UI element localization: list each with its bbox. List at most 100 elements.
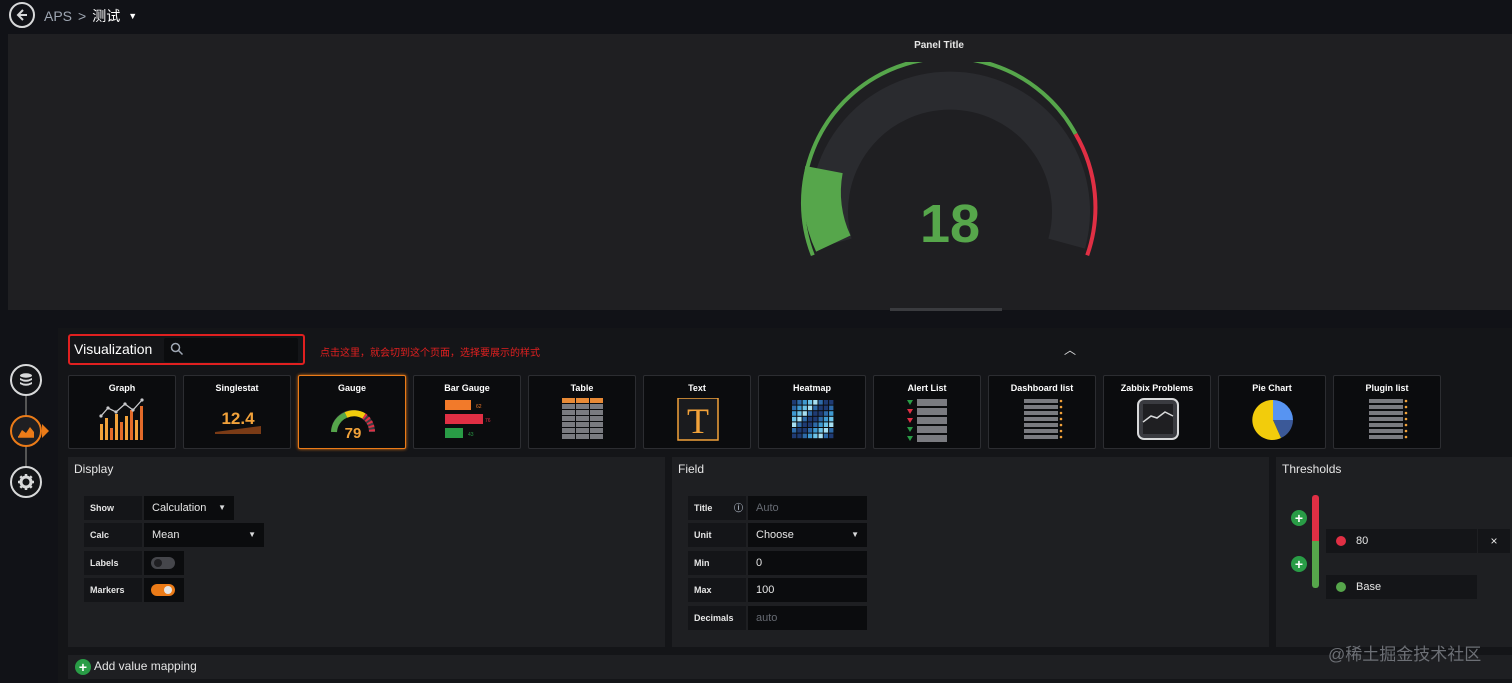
viz-card-gauge[interactable]: Gauge 79 — [298, 375, 406, 449]
labels-toggle[interactable] — [151, 557, 175, 569]
annotation-note: 点击这里，就会切到这个页面，选择要展示的样式 — [320, 348, 540, 359]
panel-title[interactable]: Panel Title — [846, 40, 1032, 51]
chevron-up-icon[interactable]: ︿ — [1064, 341, 1076, 358]
viz-card-singlestat[interactable]: Singlestat 12.4 — [183, 375, 291, 449]
caret-down-icon: ▼ — [851, 530, 859, 539]
visualization-search[interactable] — [164, 338, 298, 362]
svg-text:43: 43 — [468, 432, 474, 438]
viz-card-pie-chart[interactable]: Pie Chart — [1218, 375, 1326, 449]
back-button[interactable] — [9, 2, 35, 28]
visualization-picker-header[interactable]: Visualization — [68, 334, 305, 365]
viz-card-label: Alert List — [907, 383, 947, 393]
singlestat-icon: 12.4 — [215, 409, 261, 434]
viz-card-label: Zabbix Problems — [1120, 383, 1194, 393]
dashboard-list-icon — [1024, 399, 1063, 439]
general-settings-tab-button[interactable] — [10, 466, 42, 498]
alert-list-icon — [907, 399, 947, 442]
unit-value: Choose — [756, 529, 794, 541]
viz-card-bar-gauge[interactable]: Bar Gauge 62 76 43 — [413, 375, 521, 449]
dashboard-title[interactable]: 测试 — [92, 6, 120, 26]
visualization-tab-button[interactable] — [10, 415, 42, 447]
threshold-value[interactable]: 80 — [1356, 529, 1368, 553]
gauge-value: 18 — [920, 194, 980, 254]
show-select[interactable]: Calculation ▼ — [144, 496, 234, 520]
add-threshold-button[interactable]: + — [1291, 510, 1307, 526]
svg-text:12.4: 12.4 — [221, 409, 255, 428]
breadcrumb-separator: > — [78, 8, 87, 24]
panel-resize-handle[interactable] — [890, 308, 1002, 311]
unit-select[interactable]: Choose ▼ — [748, 523, 867, 547]
add-threshold-button[interactable]: + — [1291, 556, 1307, 572]
area-chart-icon — [18, 427, 34, 438]
add-value-mapping-button[interactable]: + Add value mapping — [68, 655, 1512, 679]
min-label: Min — [688, 551, 746, 575]
threshold-color-dot[interactable] — [1336, 582, 1346, 592]
calc-select[interactable]: Mean ▼ — [144, 523, 264, 547]
viz-card-label: Table — [570, 383, 594, 393]
threshold-color-bar — [1312, 495, 1319, 588]
watermark: @稀土掘金技术社区 — [1328, 645, 1482, 664]
viz-card-label: Heatmap — [792, 383, 831, 393]
labels-toggle-wrap — [144, 551, 184, 575]
viz-card-label: Plugin list — [1365, 383, 1409, 393]
viz-card-table[interactable]: Table — [528, 375, 636, 449]
viz-card-graph[interactable]: Graph — [68, 375, 176, 449]
viz-card-heatmap[interactable]: Heatmap — [758, 375, 866, 449]
remove-threshold-button[interactable]: × — [1478, 529, 1510, 553]
markers-toggle[interactable] — [151, 584, 175, 596]
markers-toggle-wrap — [144, 578, 184, 602]
unit-label: Unit — [688, 523, 746, 547]
heatmap-icon — [792, 400, 834, 439]
top-bar: APS > 测试 ▼ — [0, 0, 1512, 30]
field-header: Field — [678, 462, 705, 476]
decimals-input[interactable]: auto — [748, 606, 867, 630]
viz-card-text[interactable]: Text T — [643, 375, 751, 449]
plus-circle-icon: + — [75, 659, 91, 675]
viz-card-dashboard-list[interactable]: Dashboard list — [988, 375, 1096, 449]
viz-card-plugin-list[interactable]: Plugin list — [1333, 375, 1441, 449]
markers-label: Markers — [84, 578, 142, 602]
viz-card-label: Graph — [108, 383, 136, 393]
arrow-left-icon — [16, 9, 27, 21]
viz-card-label: Text — [688, 383, 706, 393]
show-value: Calculation — [152, 502, 207, 514]
visualization-label: Visualization — [74, 341, 153, 357]
viz-card-zabbix-problems[interactable]: Zabbix Problems — [1103, 375, 1211, 449]
caret-down-icon: ▼ — [248, 530, 256, 539]
caret-down-icon: ▼ — [218, 503, 226, 512]
threshold-row-base: Base — [1326, 575, 1477, 599]
viz-card-label: Singlestat — [215, 383, 259, 393]
add-value-mapping-label: Add value mapping — [94, 659, 197, 673]
svg-text:79: 79 — [345, 425, 362, 442]
caret-down-icon[interactable]: ▼ — [128, 11, 137, 21]
threshold-color-dot[interactable] — [1336, 536, 1346, 546]
min-input[interactable]: 0 — [748, 551, 867, 575]
text-icon: T — [677, 398, 719, 441]
queries-tab-button[interactable] — [10, 364, 42, 396]
breadcrumb-parent[interactable]: APS — [44, 8, 72, 24]
panel-preview: Panel Title 18 — [8, 34, 1512, 311]
bar-gauge-icon: 62 76 43 — [445, 400, 491, 438]
viz-card-alert-list[interactable]: Alert List — [873, 375, 981, 449]
title-input[interactable]: Auto — [748, 496, 867, 520]
pie-chart-icon — [1252, 399, 1293, 440]
viz-card-label: Pie Chart — [1252, 383, 1292, 393]
gauge-value-arc — [802, 166, 851, 252]
threshold-row[interactable]: 80 — [1326, 529, 1477, 553]
visualization-search-input[interactable] — [190, 340, 290, 360]
max-input[interactable]: 100 — [748, 578, 867, 602]
svg-text:62: 62 — [476, 404, 482, 410]
calc-label: Calc — [84, 523, 142, 547]
info-icon[interactable]: ⓘ — [734, 496, 743, 520]
display-header: Display — [74, 462, 114, 476]
viz-card-label: Gauge — [337, 383, 366, 393]
labels-label: Labels — [84, 551, 142, 575]
database-icon — [20, 373, 32, 386]
search-icon — [170, 342, 184, 356]
title-label: Title ⓘ — [688, 496, 746, 520]
breadcrumb: APS > 测试 ▼ — [44, 6, 137, 26]
gear-icon — [18, 474, 34, 490]
threshold-base-label: Base — [1356, 581, 1382, 593]
calc-value: Mean — [152, 529, 180, 541]
zabbix-problems-icon — [1137, 398, 1179, 440]
